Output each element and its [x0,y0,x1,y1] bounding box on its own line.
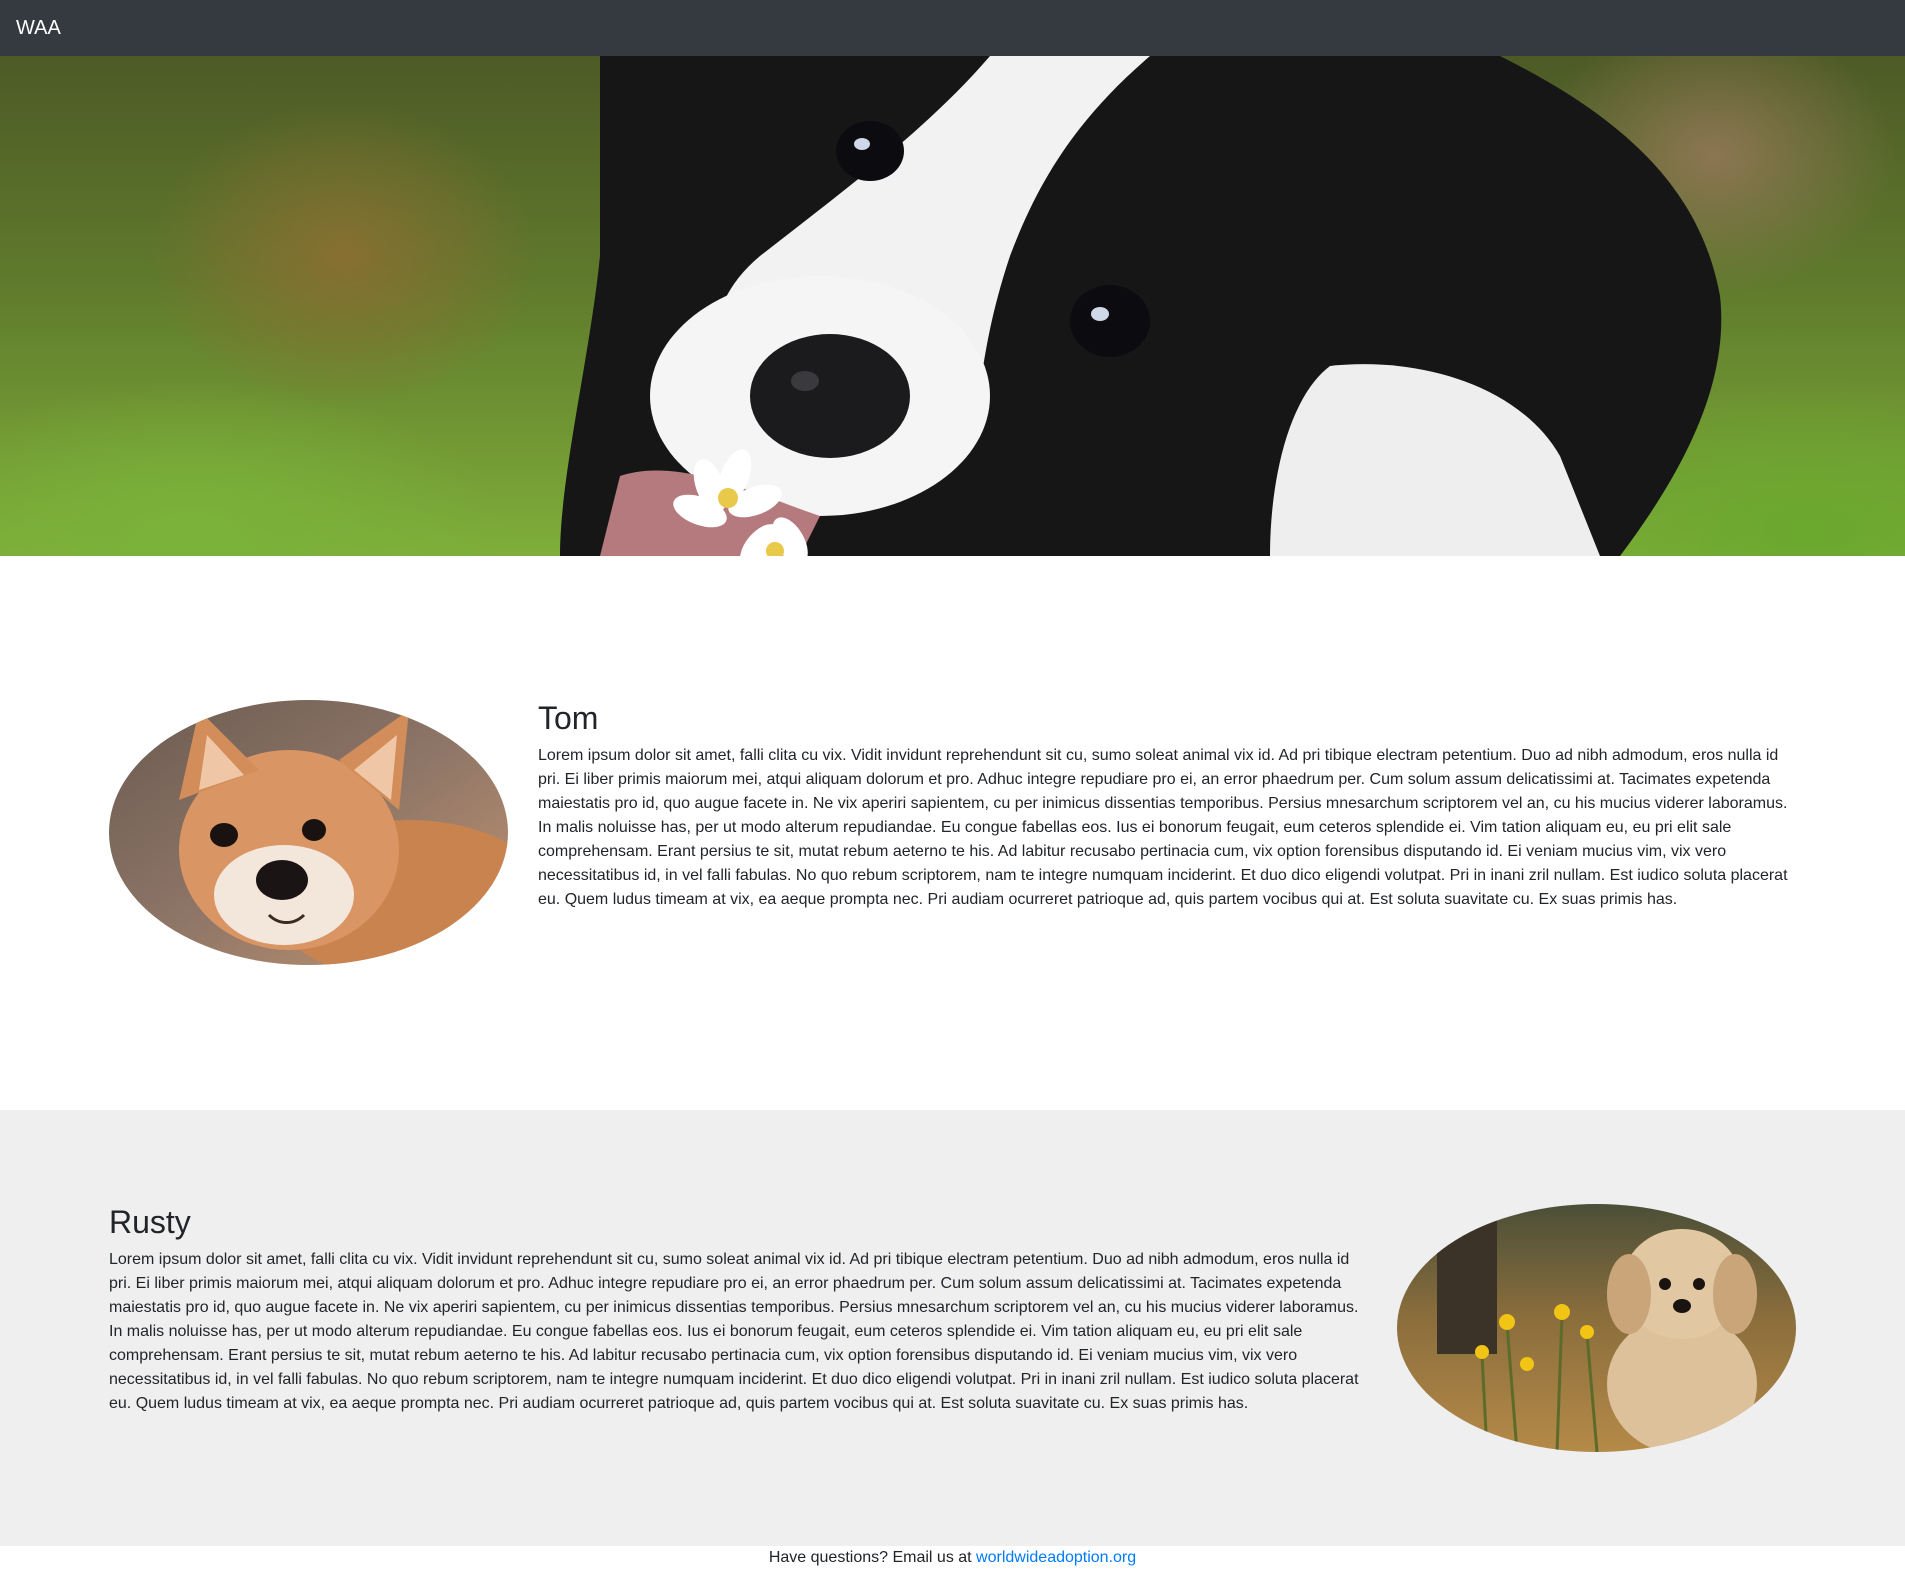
hero-dog-photo [560,56,1722,556]
top-navbar: WAA [0,0,1905,56]
pet-name: Tom [538,700,599,736]
pet-description: Lorem ipsum dolor sit amet, falli clita … [538,747,1788,908]
brand-link[interactable]: WAA [16,17,61,40]
puppy-photo-icon [109,700,508,965]
pet-section-rusty: Rusty Lorem ipsum dolor sit amet, falli … [0,1110,1905,1546]
footer: Have questions? Email us at worldwideado… [0,1546,1905,1587]
puppy-photo-icon [1397,1204,1796,1452]
footer-email-link[interactable]: worldwideadoption.org [976,1549,1136,1566]
pet-section-tom: Tom Lorem ipsum dolor sit amet, falli cl… [0,556,1905,1110]
pet-description: Lorem ipsum dolor sit amet, falli clita … [109,1251,1359,1412]
pet-name: Rusty [109,1204,191,1240]
hero-banner [0,56,1905,556]
footer-text: Have questions? Email us at [768,1549,977,1566]
